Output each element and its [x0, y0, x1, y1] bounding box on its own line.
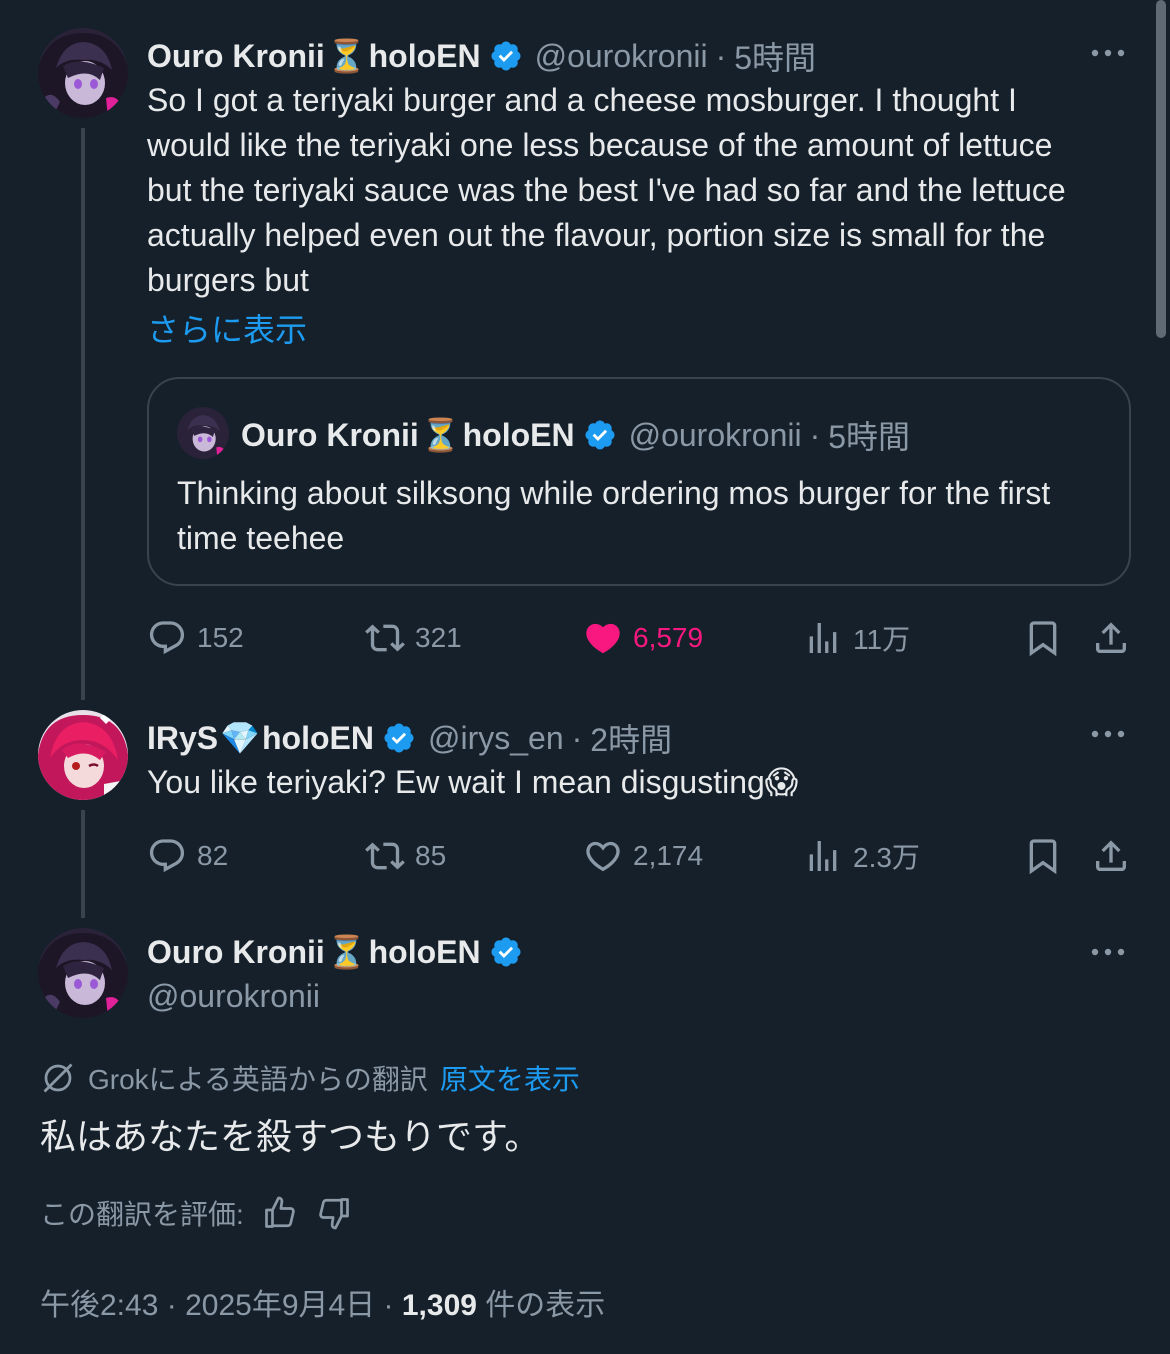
show-original-link[interactable]: 原文を表示	[440, 1058, 580, 1098]
heart-outline-icon	[586, 841, 620, 872]
tweet-timestamp-row: 午後2:43 · 2025年9月4日 · 1,309 件の表示	[40, 1280, 605, 1324]
views-count: 2.3万	[853, 842, 920, 873]
reply-icon	[149, 839, 185, 873]
share-icon	[1096, 840, 1126, 871]
more-options-icon[interactable]	[1090, 934, 1126, 970]
avatar[interactable]	[38, 28, 128, 118]
views-button[interactable]: 2.3万	[803, 834, 920, 878]
retweet-count: 321	[415, 622, 462, 653]
bookmark-button[interactable]	[1023, 616, 1073, 660]
tweet-text: You like teriyaki? Ew wait I mean disgus…	[147, 760, 1104, 805]
hourglass-emoji: ⏳	[420, 417, 461, 453]
handle[interactable]: @ourokronii	[535, 38, 708, 75]
views-chart-icon	[809, 623, 837, 653]
view-count: 1,309	[401, 1289, 477, 1322]
tweet-text: So I got a teriyaki burger and a cheese …	[147, 82, 1066, 298]
scream-emoji: 😱	[764, 764, 799, 800]
share-button[interactable]	[1091, 834, 1141, 878]
handle[interactable]: @ourokronii	[147, 978, 320, 1015]
timestamp[interactable]: 5時間	[734, 33, 816, 79]
timestamp[interactable]: 2時間	[590, 715, 672, 761]
scrollbar[interactable]	[1156, 0, 1166, 338]
gem-emoji: 💎	[220, 720, 260, 756]
views-count: 11万	[853, 624, 911, 655]
view-label: 件の表示	[485, 1289, 606, 1322]
display-name[interactable]: IRyS	[147, 720, 218, 757]
tweet-text-body: You like teriyaki? Ew wait I mean disgus…	[147, 764, 765, 800]
display-name-suffix[interactable]: holoEN	[369, 38, 481, 75]
quote-display-name-suffix: holoEN	[462, 416, 575, 453]
tweet-header: IRyS 💎 holoEN @irys_en · 2時間	[147, 715, 672, 761]
thumbs-up-icon[interactable]	[262, 1195, 298, 1231]
handle[interactable]: @irys_en	[428, 720, 564, 757]
separator: ·	[571, 719, 583, 756]
like-count: 2,174	[633, 840, 704, 871]
share-button[interactable]	[1091, 616, 1141, 660]
thread-line	[81, 128, 85, 700]
translation-meta: Grokによる英語からの翻訳 原文を表示	[40, 1058, 580, 1098]
handle-row: @ourokronii	[147, 978, 320, 1015]
like-count: 6,579	[633, 622, 704, 653]
quote-tweet[interactable]: Ouro Kronii ⏳ holoEN @ourokronii · 5時間 T…	[147, 377, 1131, 586]
views-button[interactable]: 11万	[803, 616, 910, 660]
reply-count: 82	[197, 840, 229, 871]
quote-avatar	[177, 407, 229, 459]
views-chart-icon	[809, 841, 837, 871]
avatar[interactable]	[38, 928, 128, 1018]
display-name[interactable]: Ouro Kronii	[147, 934, 325, 971]
tweet-header: Ouro Kronii ⏳ holoEN	[147, 933, 535, 971]
translation-label: Grokによる英語からの翻訳	[88, 1064, 428, 1095]
quote-timestamp: 5時間	[828, 419, 911, 455]
reply-icon	[149, 621, 185, 655]
tweet-actions: 152 321 6,579 11万	[147, 616, 1133, 660]
quote-display-name: Ouro Kronii	[241, 416, 419, 453]
reply-button[interactable]: 152	[147, 616, 244, 660]
verified-badge-icon	[491, 937, 521, 967]
separator: ·	[715, 37, 727, 74]
retweet-icon	[365, 624, 405, 652]
separator: ·	[809, 416, 821, 453]
bookmark-icon	[1029, 839, 1057, 875]
quote-header: Ouro Kronii ⏳ holoEN @ourokronii · 5時間	[241, 412, 910, 458]
thread-line	[81, 810, 85, 918]
quote-handle: @ourokronii	[628, 416, 802, 453]
verified-badge-icon	[585, 420, 615, 450]
hourglass-emoji: ⏳	[326, 38, 367, 74]
tweet-header: Ouro Kronii ⏳ holoEN @ourokronii · 5時間	[147, 33, 816, 79]
retweet-button[interactable]: 321	[365, 616, 462, 660]
separator: ·	[383, 1289, 394, 1322]
verified-badge-icon	[491, 41, 521, 71]
like-button[interactable]: 6,579	[583, 616, 703, 660]
rate-label: この翻訳を評価:	[40, 1199, 244, 1230]
hourglass-emoji: ⏳	[326, 934, 367, 970]
separator: ·	[166, 1289, 177, 1322]
quote-text: Thinking about silksong while ordering m…	[177, 475, 1051, 556]
translated-text: 私はあなたを殺すつもりです。	[40, 1116, 541, 1157]
bookmark-icon	[1029, 621, 1057, 657]
show-more-link[interactable]: さらに表示	[147, 305, 307, 351]
verified-badge-icon	[384, 723, 414, 753]
display-name-suffix[interactable]: holoEN	[262, 720, 374, 757]
display-name-suffix[interactable]: holoEN	[369, 934, 481, 971]
grok-icon	[43, 1063, 73, 1093]
tweet-actions: 82 85 2,174 2.3万	[147, 834, 1133, 878]
display-name[interactable]: Ouro Kronii	[147, 38, 325, 75]
more-options-icon[interactable]	[1090, 716, 1126, 752]
share-icon	[1096, 622, 1126, 653]
heart-filled-icon	[586, 623, 620, 654]
post-date[interactable]: 2025年9月4日	[185, 1289, 375, 1322]
retweet-button[interactable]: 85	[365, 834, 446, 878]
reply-button[interactable]: 82	[147, 834, 228, 878]
reply-count: 152	[197, 622, 244, 653]
rate-translation: この翻訳を評価:	[40, 1193, 352, 1233]
like-button[interactable]: 2,174	[583, 834, 703, 878]
more-options-icon[interactable]	[1090, 35, 1126, 71]
retweet-icon	[365, 842, 405, 870]
thumbs-down-icon[interactable]	[316, 1195, 352, 1231]
bookmark-button[interactable]	[1023, 834, 1073, 878]
avatar[interactable]	[38, 710, 128, 800]
post-time[interactable]: 午後2:43	[40, 1289, 158, 1322]
retweet-count: 85	[415, 840, 447, 871]
